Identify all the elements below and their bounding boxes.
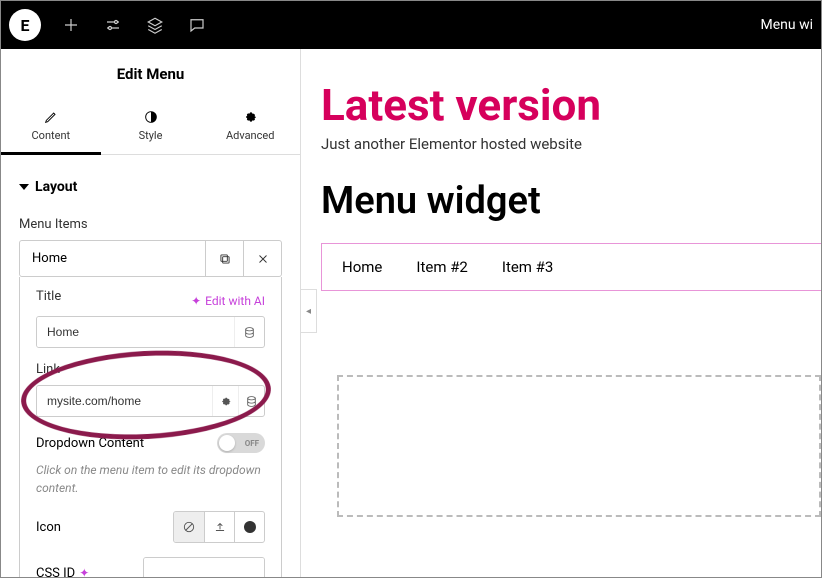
ban-icon	[182, 520, 196, 534]
icon-field-label: Icon	[36, 520, 61, 535]
empty-section-dropzone[interactable]	[337, 375, 821, 517]
section-layout-header[interactable]: Layout	[19, 169, 282, 205]
icon-picker	[173, 511, 265, 543]
copy-icon	[218, 252, 232, 266]
collapse-panel-button[interactable]: ◂	[301, 289, 317, 333]
menu-item-home[interactable]: Home	[20, 241, 205, 276]
icon-upload-button[interactable]	[204, 512, 234, 542]
link-options-button[interactable]	[212, 386, 238, 416]
dot-icon	[244, 521, 256, 533]
tab-advanced[interactable]: Advanced	[200, 99, 300, 154]
preview-menu-item[interactable]: Item #3	[502, 258, 553, 276]
dropdown-hint: Click on the menu item to edit its dropd…	[36, 461, 265, 497]
dropdown-content-label: Dropdown Content	[36, 436, 144, 451]
dropdown-content-toggle[interactable]: OFF	[217, 433, 265, 453]
icon-none-button[interactable]	[174, 512, 204, 542]
title-input[interactable]	[37, 317, 234, 347]
database-icon	[245, 395, 258, 408]
cssid-label: CSS ID	[36, 566, 75, 578]
sparkle-icon: ✦	[79, 566, 89, 577]
site-title[interactable]: Latest version	[321, 79, 821, 131]
widget-heading: Menu widget	[321, 179, 821, 223]
document-title: Menu wi	[761, 17, 814, 33]
cssid-input[interactable]	[144, 558, 265, 577]
link-field-label: Link	[36, 362, 265, 377]
toggle-knob	[219, 435, 235, 451]
duplicate-item-button[interactable]	[205, 241, 243, 276]
elementor-logo[interactable]: E	[9, 9, 41, 41]
chat-icon	[188, 16, 206, 34]
plus-icon	[62, 16, 80, 34]
title-dynamic-button[interactable]	[234, 317, 264, 347]
preview-menu-item[interactable]: Item #2	[416, 258, 467, 276]
preview-canvas[interactable]: Latest version Just another Elementor ho…	[301, 49, 821, 577]
caret-down-icon	[19, 184, 29, 190]
preview-menu[interactable]: Home Item #2 Item #3	[321, 243, 821, 291]
layers-icon	[146, 16, 164, 34]
upload-icon	[213, 520, 227, 534]
sliders-icon	[104, 16, 122, 34]
pencil-icon	[43, 109, 59, 125]
add-element-button[interactable]	[53, 7, 89, 43]
contrast-icon	[143, 109, 159, 125]
notes-button[interactable]	[179, 7, 215, 43]
icon-library-button[interactable]	[234, 512, 264, 542]
database-icon	[243, 326, 256, 339]
title-field-label: Title	[36, 289, 61, 304]
tab-style[interactable]: Style	[101, 99, 201, 154]
menu-items-label: Menu Items	[19, 217, 282, 232]
site-settings-button[interactable]	[95, 7, 131, 43]
site-tagline: Just another Elementor hosted website	[321, 135, 821, 153]
remove-item-button[interactable]	[243, 241, 281, 276]
link-dynamic-button[interactable]	[238, 386, 264, 416]
structure-button[interactable]	[137, 7, 173, 43]
gear-icon	[219, 395, 232, 408]
preview-menu-item[interactable]: Home	[342, 258, 382, 276]
close-icon	[256, 252, 270, 266]
gear-icon	[242, 109, 258, 125]
tab-content[interactable]: Content	[1, 99, 101, 154]
link-input[interactable]	[37, 386, 212, 416]
edit-with-ai-link[interactable]: ✦ Edit with AI	[191, 294, 265, 308]
panel-title: Edit Menu	[1, 49, 300, 99]
sparkle-icon: ✦	[191, 294, 201, 308]
